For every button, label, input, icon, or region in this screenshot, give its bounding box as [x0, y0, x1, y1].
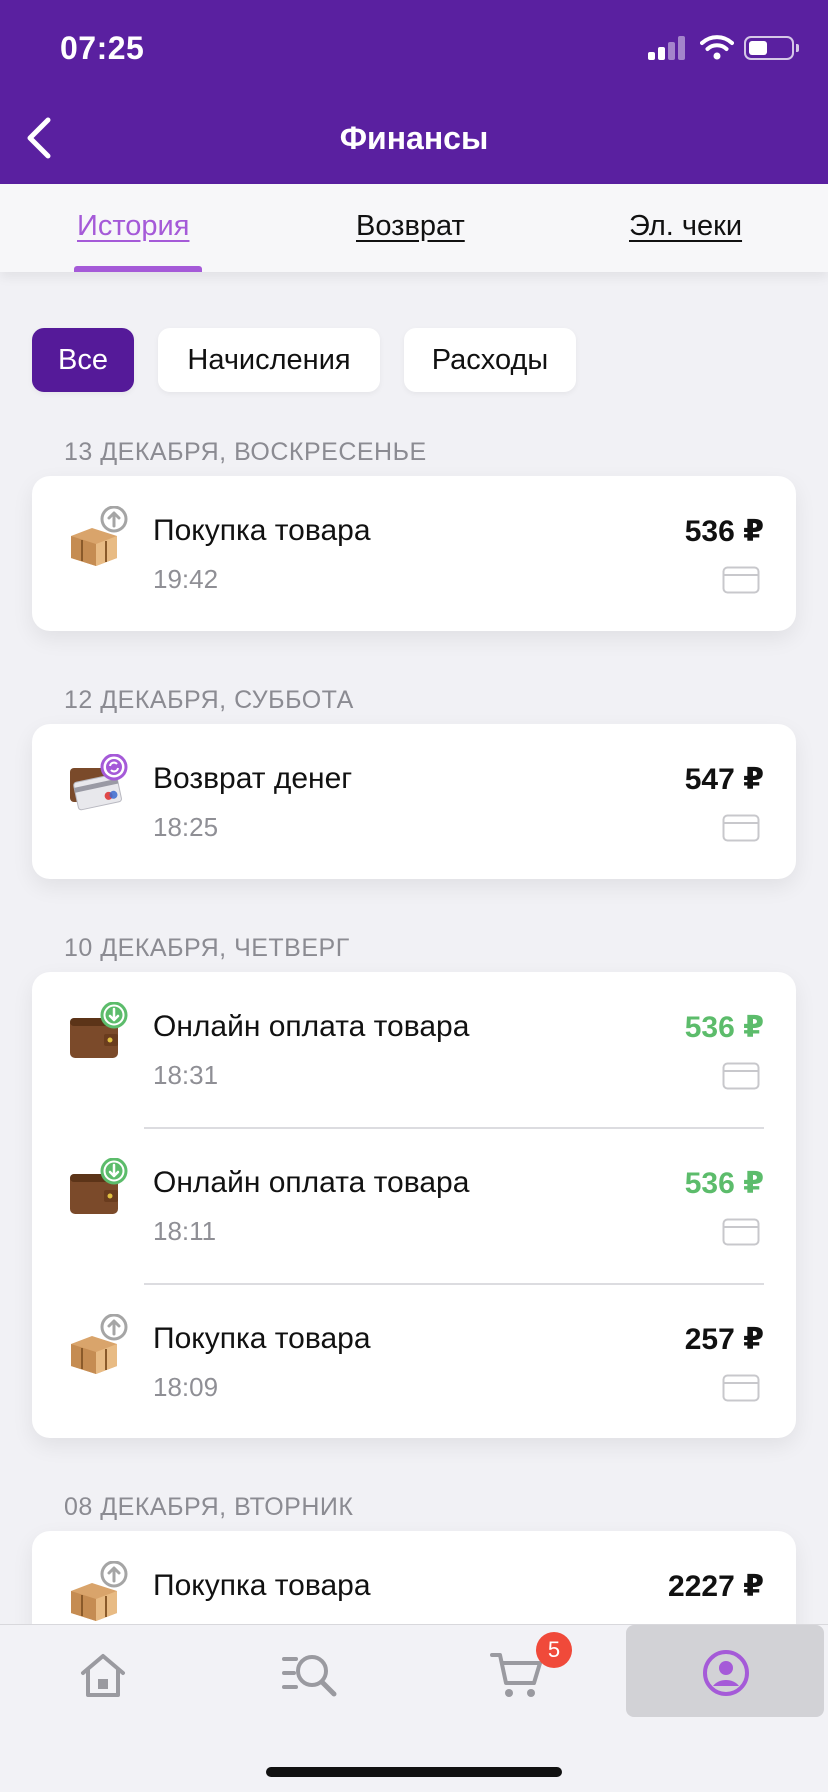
tab-refund[interactable]: Возврат — [356, 210, 465, 243]
transaction-name: Покупка товара — [153, 514, 371, 547]
tab-e-receipts[interactable]: Эл. чеки — [629, 210, 742, 243]
transaction-name: Покупка товара — [153, 1322, 371, 1355]
filter-expenses-chip[interactable]: Расходы — [404, 328, 576, 392]
profile-icon — [703, 1650, 749, 1696]
transaction-time: 18:25 — [153, 812, 219, 842]
transaction-row[interactable]: Онлайн оплата товара 18:11 536 ₽ — [32, 1128, 796, 1283]
date-header: 10 ДЕКАБРЯ, ЧЕТВЕРГ — [64, 934, 350, 962]
box-purchase-icon — [71, 1314, 128, 1374]
nav-catalog-search[interactable] — [240, 1625, 380, 1717]
transaction-row[interactable]: Возврат денег 18:25 547 ₽ — [32, 724, 796, 879]
transaction-time: 18:11 — [153, 1216, 217, 1246]
wallet-income-icon — [70, 1158, 128, 1214]
transaction-row[interactable]: Покупка товара 18:09 257 ₽ — [32, 1284, 796, 1439]
page-title: Финансы — [339, 120, 489, 156]
transaction-time: 19:42 — [153, 564, 219, 594]
box-purchase-icon — [71, 1561, 128, 1621]
transaction-name: Онлайн оплата товара — [153, 1166, 470, 1199]
transaction-time: 18:31 — [153, 1060, 219, 1090]
transaction-row[interactable]: Покупка товара 19:42 536 ₽ — [32, 476, 796, 631]
payment-card-icon — [722, 1374, 760, 1402]
transaction-card: Покупка товара 19:42 536 ₽ — [32, 476, 796, 631]
transaction-amount: 536 ₽ — [684, 1167, 764, 1200]
wifi-icon — [700, 35, 734, 60]
filter-income-chip[interactable]: Начисления — [158, 328, 380, 392]
cart-count-badge: 5 — [536, 1632, 572, 1668]
status-time: 07:25 — [60, 30, 145, 66]
payment-card-icon — [722, 566, 760, 594]
transaction-name: Покупка товара — [153, 1569, 371, 1602]
transaction-name: Онлайн оплата товара — [153, 1010, 470, 1043]
date-header: 12 ДЕКАБРЯ, СУББОТА — [64, 686, 354, 714]
transaction-card: Возврат денег 18:25 547 ₽ — [32, 724, 796, 879]
transaction-card: Онлайн оплата товара 18:31 536 ₽ Онлайн … — [32, 972, 796, 1438]
wallet-income-icon — [70, 1002, 128, 1058]
transaction-amount: 536 ₽ — [684, 515, 764, 548]
transaction-row[interactable]: Онлайн оплата товара 18:31 536 ₽ — [32, 972, 796, 1127]
cart-icon — [490, 1653, 542, 1697]
home-icon — [81, 1654, 125, 1697]
transaction-amount: 547 ₽ — [684, 763, 764, 796]
payment-card-icon — [722, 814, 760, 842]
payment-card-icon — [722, 1218, 760, 1246]
battery-icon — [744, 36, 799, 60]
refund-card-icon — [70, 754, 128, 811]
transaction-amount: 2227 ₽ — [668, 1570, 764, 1603]
nav-home[interactable] — [32, 1625, 172, 1717]
filter-all-chip[interactable]: Все — [32, 328, 134, 392]
transaction-amount: 257 ₽ — [684, 1323, 764, 1356]
home-indicator — [266, 1767, 562, 1777]
signal-icon — [648, 36, 688, 60]
payment-card-icon — [722, 1062, 760, 1090]
transaction-amount: 536 ₽ — [684, 1011, 764, 1044]
transaction-time: 18:09 — [153, 1372, 219, 1402]
date-header: 08 ДЕКАБРЯ, ВТОРНИК — [64, 1493, 354, 1521]
tab-bar: История Возврат Эл. чеки — [0, 184, 828, 272]
search-catalog-icon — [282, 1655, 337, 1697]
nav-profile[interactable] — [626, 1625, 824, 1717]
box-purchase-icon — [71, 506, 128, 566]
transaction-name: Возврат денег — [153, 762, 353, 795]
active-tab-indicator — [74, 266, 202, 272]
date-header: 13 ДЕКАБРЯ, ВОСКРЕСЕНЬЕ — [64, 438, 427, 466]
top-bar: 07:25 Финансы — [0, 0, 828, 184]
tab-history[interactable]: История — [77, 210, 189, 243]
